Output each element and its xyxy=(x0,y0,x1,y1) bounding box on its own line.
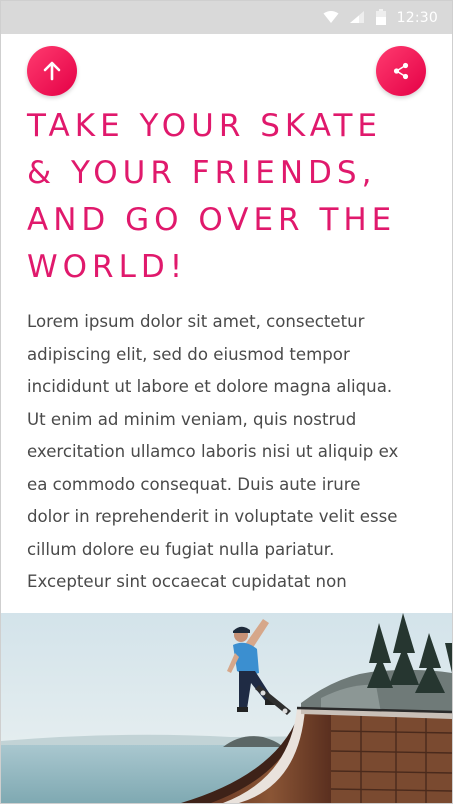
battery-icon xyxy=(375,8,387,28)
body-line: adipiscing elit, sed do eiusmod tempor xyxy=(27,344,350,364)
headline-line: TAKE YOUR SKATE xyxy=(27,108,383,144)
share-icon xyxy=(393,62,409,80)
article-body: Lorem ipsum dolor sit amet, consectetur … xyxy=(27,306,437,599)
scroll-up-button[interactable] xyxy=(27,46,77,96)
arrow-up-icon xyxy=(43,61,61,81)
article-headline: TAKE YOUR SKATE & YOUR FRIENDS, AND GO O… xyxy=(27,103,427,291)
status-time: 12:30 xyxy=(396,10,438,26)
wifi-icon xyxy=(323,10,339,27)
headline-line: WORLD! xyxy=(27,249,188,285)
body-line: Lorem ipsum dolor sit amet, consectetur xyxy=(27,312,365,331)
status-icons: 12:30 xyxy=(323,8,438,28)
headline-line: & YOUR FRIENDS, xyxy=(27,155,377,191)
signal-icon xyxy=(349,10,365,27)
headline-line: AND GO OVER THE xyxy=(27,202,397,238)
body-line: cillum dolore eu fugiat nulla pariatur. xyxy=(27,539,335,559)
status-bar: 12:30 xyxy=(1,1,452,34)
body-line: exercitation ullamco laboris nisi ut ali… xyxy=(27,442,399,461)
body-line: incididunt ut labore et dolore magna ali… xyxy=(27,377,393,396)
body-line: dolor in reprehenderit in voluptate veli… xyxy=(27,507,398,526)
body-line: Excepteur sint occaecat cupidatat non xyxy=(27,572,347,591)
hero-image-skater xyxy=(1,613,452,803)
body-line: ea commodo consequat. Duis aute irure xyxy=(27,474,361,494)
body-line: Ut enim ad minim veniam, quis nostrud xyxy=(27,409,357,429)
share-button[interactable] xyxy=(376,46,426,96)
phone-screen: 12:30 TAKE YOUR SKATE & YOUR FRIENDS, AN… xyxy=(0,0,453,804)
